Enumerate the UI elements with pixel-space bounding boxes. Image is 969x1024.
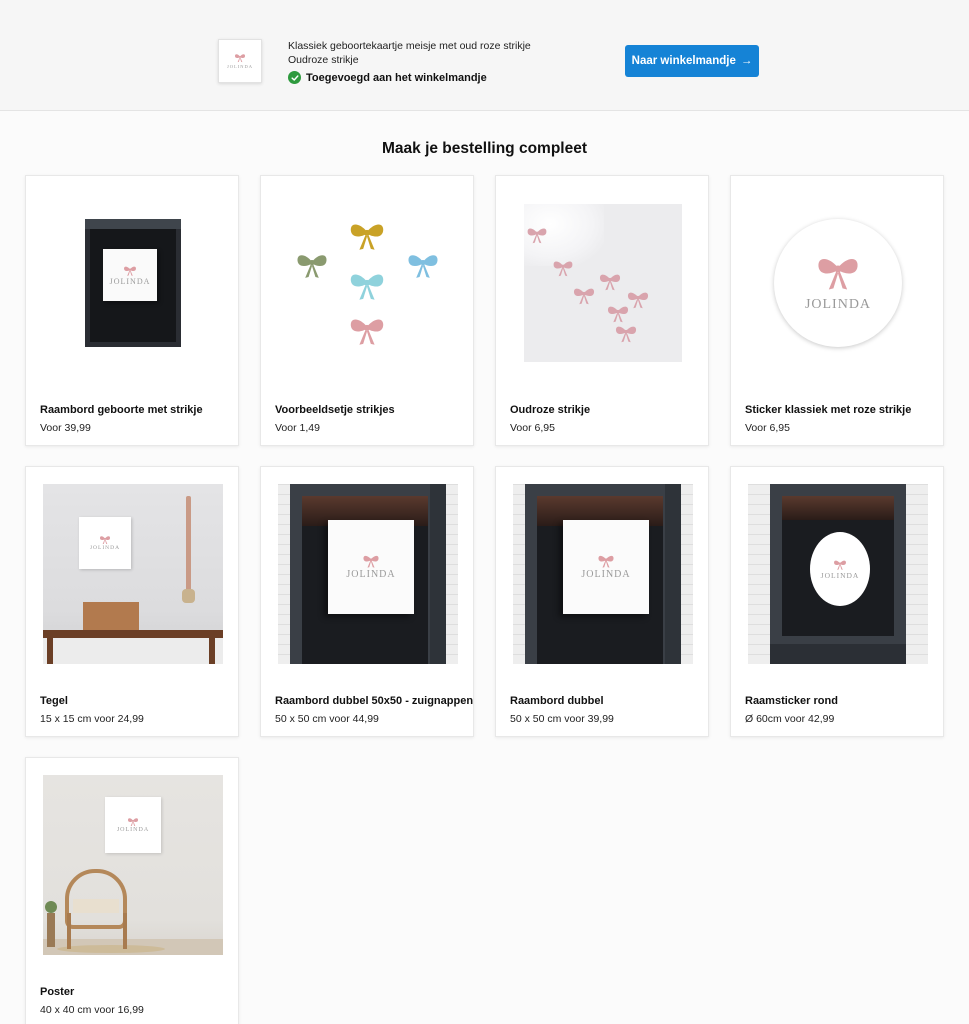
product-price: 50 x 50 cm voor 39,99 <box>510 713 614 725</box>
check-circle-icon <box>288 71 301 84</box>
product-price: Voor 39,99 <box>40 422 91 434</box>
product-image: JOLINDA <box>278 484 458 664</box>
product-card-sticker-klassiek[interactable]: JOLINDA Sticker klassiek met roze strikj… <box>730 175 944 446</box>
bow-icon <box>406 251 440 281</box>
added-status: Toegevoegd aan het winkelmandje <box>288 71 608 84</box>
product-card-raambord-dubbel[interactable]: JOLINDA Raambord dubbel 50 x 50 cm voor … <box>495 466 709 737</box>
product-price: Voor 6,95 <box>745 422 790 434</box>
added-status-text: Toegevoegd aan het winkelmandje <box>306 71 487 84</box>
thumbnail-wordmark: JOLINDA <box>227 64 253 69</box>
product-name: Raambord geboorte met strikje <box>40 404 203 416</box>
product-name: Sticker klassiek met roze strikje <box>745 404 912 416</box>
product-price: Ø 60cm voor 42,99 <box>745 713 835 725</box>
go-to-cart-button[interactable]: Naar winkelmandje → <box>625 45 759 77</box>
added-product-info: Klassiek geboortekaartje meisje met oud … <box>288 39 608 84</box>
product-image: JOLINDA <box>43 775 223 955</box>
sticker-wordmark: JOLINDA <box>820 570 860 580</box>
product-grid: JOLINDA Raambord geboorte met strikje Vo… <box>25 175 945 1024</box>
sign-wordmark: JOLINDA <box>581 569 631 580</box>
added-product-title: Klassiek geboortekaartje meisje met oud … <box>288 40 531 52</box>
product-image: JOLINDA <box>43 484 223 664</box>
product-image: JOLINDA <box>748 193 928 373</box>
product-name: Tegel <box>40 695 68 707</box>
added-product-thumbnail: JOLINDA <box>218 39 262 83</box>
product-price: 50 x 50 cm voor 44,99 <box>275 713 379 725</box>
product-name: Raambord dubbel 50x50 - zuignappen <box>275 695 474 707</box>
bow-icon <box>833 559 847 571</box>
bow-icon <box>348 220 386 253</box>
added-product-variant: Oudroze strikje <box>288 54 359 66</box>
product-card-poster[interactable]: JOLINDA Poster 40 x 40 cm voor 16,99 <box>25 757 239 1024</box>
product-image: JOLINDA <box>748 484 928 664</box>
go-to-cart-label: Naar winkelmandje <box>631 55 736 67</box>
product-card-voorbeeldsetje[interactable]: Voorbeeldsetje strikjes Voor 1,49 <box>260 175 474 446</box>
bow-icon <box>362 554 380 569</box>
bow-icon <box>348 270 386 303</box>
bow-icon <box>815 254 861 293</box>
bow-icon <box>127 817 139 827</box>
product-price: Voor 1,49 <box>275 422 320 434</box>
sticker-wordmark: JOLINDA <box>804 296 872 312</box>
product-card-oudroze-strikje[interactable]: Oudroze strikje Voor 6,95 <box>495 175 709 446</box>
section-title: Maak je bestelling compleet <box>381 140 587 157</box>
bow-icon <box>123 265 137 277</box>
product-price: 15 x 15 cm voor 24,99 <box>40 713 144 725</box>
poster-wordmark: JOLINDA <box>116 827 150 833</box>
bow-icon <box>552 259 574 278</box>
bow-icon <box>597 554 615 569</box>
product-name: Voorbeeldsetje strikjes <box>275 404 395 416</box>
arrow-right-icon: → <box>740 55 753 67</box>
bow-icon <box>572 286 596 306</box>
product-price: Voor 6,95 <box>510 422 555 434</box>
bow-icon <box>348 315 386 348</box>
added-to-cart-banner: JOLINDA Klassiek geboortekaartje meisje … <box>0 0 969 111</box>
bow-icon <box>295 251 329 281</box>
product-name: Poster <box>40 986 75 998</box>
product-image: JOLINDA <box>513 484 693 664</box>
product-image <box>513 193 693 373</box>
product-card-raamsticker-rond[interactable]: JOLINDA Raamsticker rond Ø 60cm voor 42,… <box>730 466 944 737</box>
bow-icon <box>606 304 630 324</box>
sign-wordmark: JOLINDA <box>346 569 396 580</box>
product-name: Oudroze strikje <box>510 404 591 416</box>
product-image: JOLINDA <box>43 193 223 373</box>
product-name: Raamsticker rond <box>745 695 838 707</box>
sign-wordmark: JOLINDA <box>109 276 151 286</box>
bow-icon <box>598 272 622 292</box>
product-name: Raambord dubbel <box>510 695 604 707</box>
product-price: 40 x 40 cm voor 16,99 <box>40 1004 144 1016</box>
bow-icon <box>99 535 111 545</box>
bow-icon <box>614 324 638 344</box>
product-image <box>278 193 458 373</box>
bow-icon <box>526 226 548 245</box>
product-card-raambord-dubbel-zuignappen[interactable]: JOLINDA Raambord dubbel 50x50 - zuignapp… <box>260 466 474 737</box>
tile-wordmark: JOLINDA <box>89 545 121 551</box>
bow-icon <box>234 53 246 63</box>
product-card-tegel[interactable]: JOLINDA Tegel 15 x 15 cm voor 24,99 <box>25 466 239 737</box>
product-card-raambord-geboorte[interactable]: JOLINDA Raambord geboorte met strikje Vo… <box>25 175 239 446</box>
